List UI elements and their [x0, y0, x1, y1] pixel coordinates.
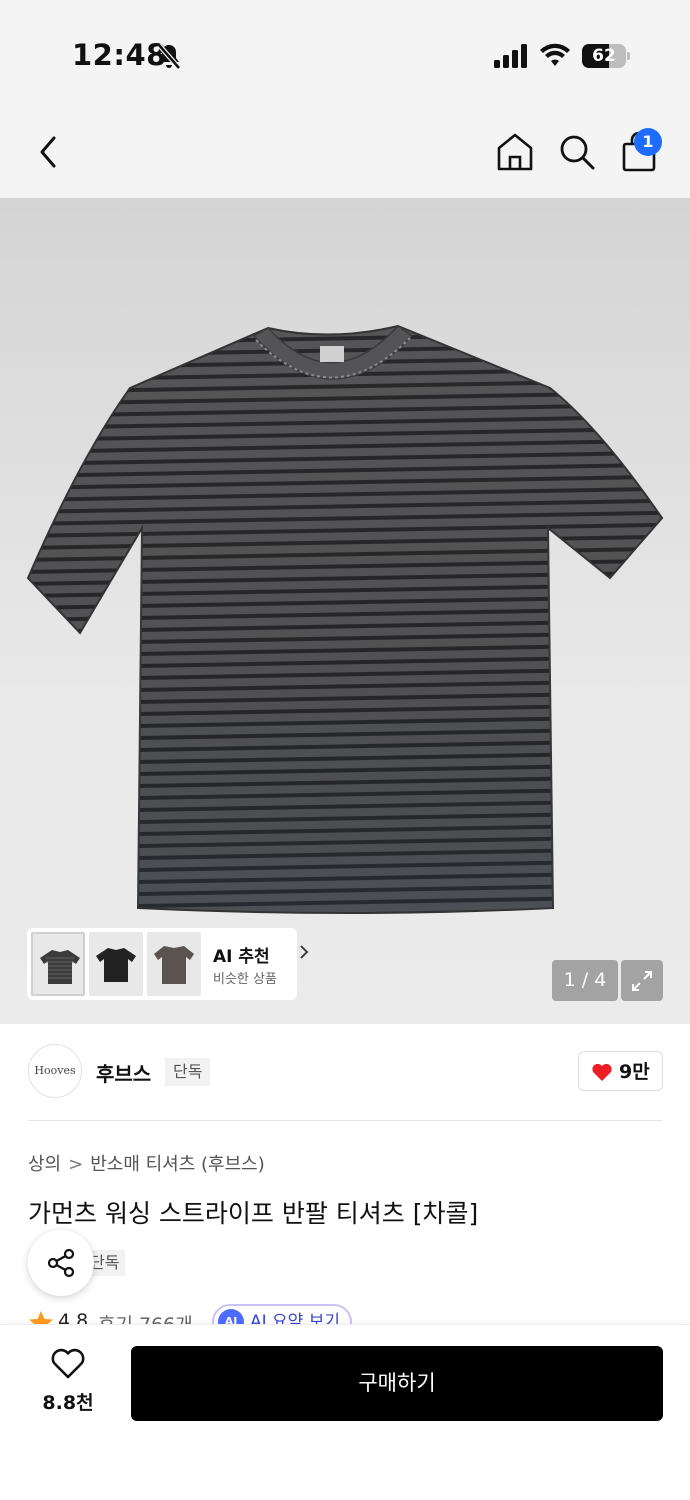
section-divider — [28, 1120, 662, 1121]
breadcrumb-category[interactable]: 상의 — [28, 1150, 61, 1176]
product-title: 가먼츠 워싱 스트라이프 반팔 티셔츠 [차콜] — [28, 1199, 479, 1228]
chevron-right-icon: > — [68, 1154, 84, 1175]
image-page-indicator: 1 / 4 — [552, 960, 618, 1001]
ai-recommend-title: AI 추천 — [213, 947, 270, 967]
chevron-right-icon — [300, 945, 309, 959]
similar-product-thumb-2[interactable] — [89, 932, 143, 996]
brand-logo[interactable]: Hooves — [28, 1044, 82, 1098]
tshirt-thumb-icon — [40, 950, 80, 984]
share-button[interactable] — [28, 1230, 94, 1296]
wifi-icon — [540, 43, 570, 66]
cellular-signal-icon — [494, 44, 527, 68]
bell-off-icon — [157, 43, 181, 70]
product-image-striped-tshirt — [26, 324, 664, 914]
tshirt-thumb-icon — [154, 946, 194, 984]
search-icon[interactable] — [556, 130, 598, 174]
battery-level: 62 — [592, 46, 616, 66]
ai-recommend-subtitle: 비슷한 상품 — [213, 972, 277, 987]
battery-icon: 62 — [582, 44, 626, 68]
share-icon — [47, 1248, 75, 1278]
back-arrow-icon[interactable] — [30, 130, 70, 174]
home-icon[interactable] — [494, 130, 536, 174]
status-bar: 12:48 62 — [0, 0, 690, 110]
buy-button[interactable]: 구매하기 — [131, 1346, 663, 1421]
brand-like-button[interactable]: 9만 — [578, 1051, 663, 1091]
wishlist-count: 8.8천 — [42, 1392, 94, 1414]
battery-tip — [627, 52, 630, 60]
tshirt-thumb-icon — [96, 948, 136, 982]
similar-product-thumb-3[interactable] — [147, 932, 201, 996]
status-time: 12:48 — [72, 38, 167, 72]
heart-filled-icon — [592, 1063, 612, 1081]
top-nav-bar — [0, 110, 690, 198]
similar-product-thumb-1[interactable] — [31, 932, 85, 996]
ai-recommend-card[interactable]: AI 추천 비슷한 상품 — [27, 928, 309, 1000]
battery-indicator: 62 — [582, 44, 630, 68]
breadcrumb-subcategory[interactable]: 반소매 티셔츠 (후브스) — [90, 1150, 265, 1176]
product-image-gallery[interactable] — [0, 198, 690, 1024]
heart-outline-icon[interactable] — [50, 1348, 86, 1380]
breadcrumb: 상의 > 반소매 티셔츠 (후브스) — [28, 1150, 265, 1176]
brand-like-count: 9만 — [619, 1061, 650, 1083]
brand-exclusive-tag: 단독 — [165, 1058, 211, 1086]
cart-count-badge[interactable]: 1 — [634, 128, 662, 156]
expand-icon — [632, 971, 652, 991]
brand-name[interactable]: 후브스 — [96, 1058, 151, 1087]
expand-image-button[interactable] — [621, 960, 663, 1001]
